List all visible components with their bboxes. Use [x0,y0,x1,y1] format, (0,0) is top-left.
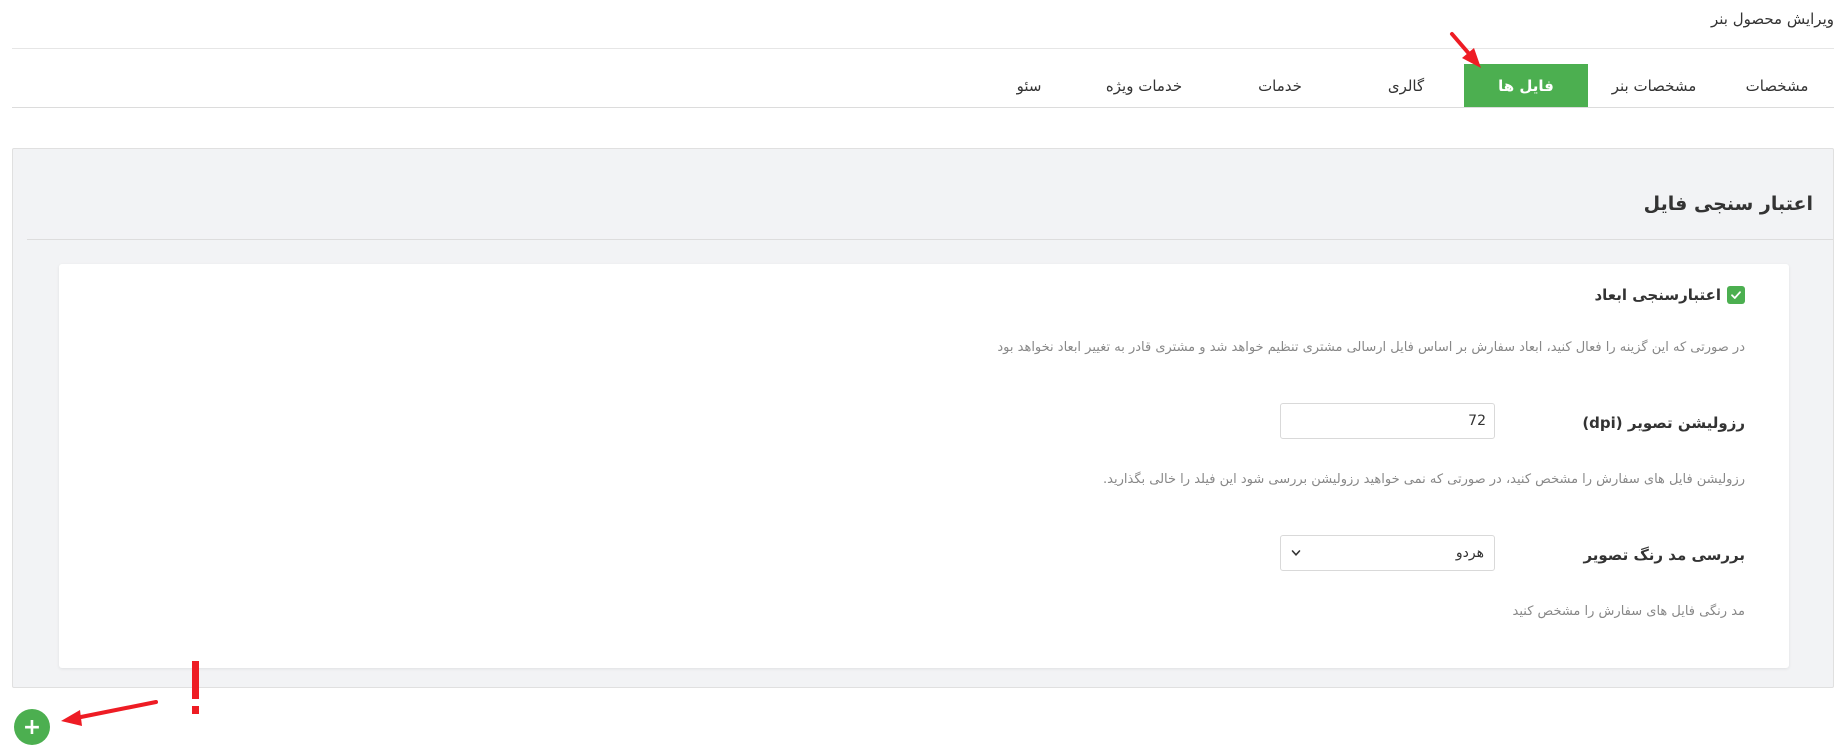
tab-specs[interactable]: مشخصات [1720,64,1834,108]
tab-banner-specs[interactable]: مشخصات بنر [1588,64,1720,108]
settings-card: اعتبارسنجی ابعاد در صورتی که این گزینه ر… [59,264,1789,668]
color-mode-selected-value: هردو [1455,545,1484,561]
resolution-help: رزولیشن فایل های سفارش را مشخص کنید، در … [1103,472,1745,487]
check-icon [1731,291,1741,299]
section-title: اعتبار سنجی فایل [1643,193,1813,215]
add-button[interactable]: + [14,709,50,745]
tab-files[interactable]: فایل ها [1464,64,1588,108]
tab-gallery[interactable]: گالری [1348,64,1464,108]
resolution-input[interactable] [1280,403,1495,439]
dimension-validation-checkbox[interactable] [1727,286,1745,304]
tab-bar: مشخصات مشخصات بنر فایل ها گالری خدمات خد… [982,64,1834,108]
title-divider [12,48,1834,49]
dimension-validation-label: اعتبارسنجی ابعاد [1594,286,1721,304]
tabs-divider [12,107,1834,108]
page-title: ویرایش محصول بنر [1710,10,1834,28]
dimension-validation-row: اعتبارسنجی ابعاد [1594,286,1745,304]
section-divider [27,239,1833,240]
file-validation-panel: اعتبار سنجی فایل اعتبارسنجی ابعاد در صور… [12,148,1834,688]
tab-special-services[interactable]: خدمات ویژه [1076,64,1212,108]
page: ویرایش محصول بنر مشخصات مشخصات بنر فایل … [0,0,1838,750]
dimension-validation-help: در صورتی که این گزینه را فعال کنید، ابعا… [997,340,1745,355]
resolution-label: رزولیشن تصویر (dpi) [1582,414,1745,432]
color-mode-select[interactable]: هردو [1280,535,1495,571]
arrow-annotation-add [61,700,158,726]
arrow-annotation-tab [1450,32,1481,68]
chevron-down-icon [1291,549,1301,557]
tab-services[interactable]: خدمات [1212,64,1348,108]
tab-seo[interactable]: سئو [982,64,1076,108]
color-mode-help: مد رنگی فایل های سفارش را مشخص کنید [1512,604,1745,619]
color-mode-label: بررسی مد رنگ تصویر [1583,546,1745,564]
